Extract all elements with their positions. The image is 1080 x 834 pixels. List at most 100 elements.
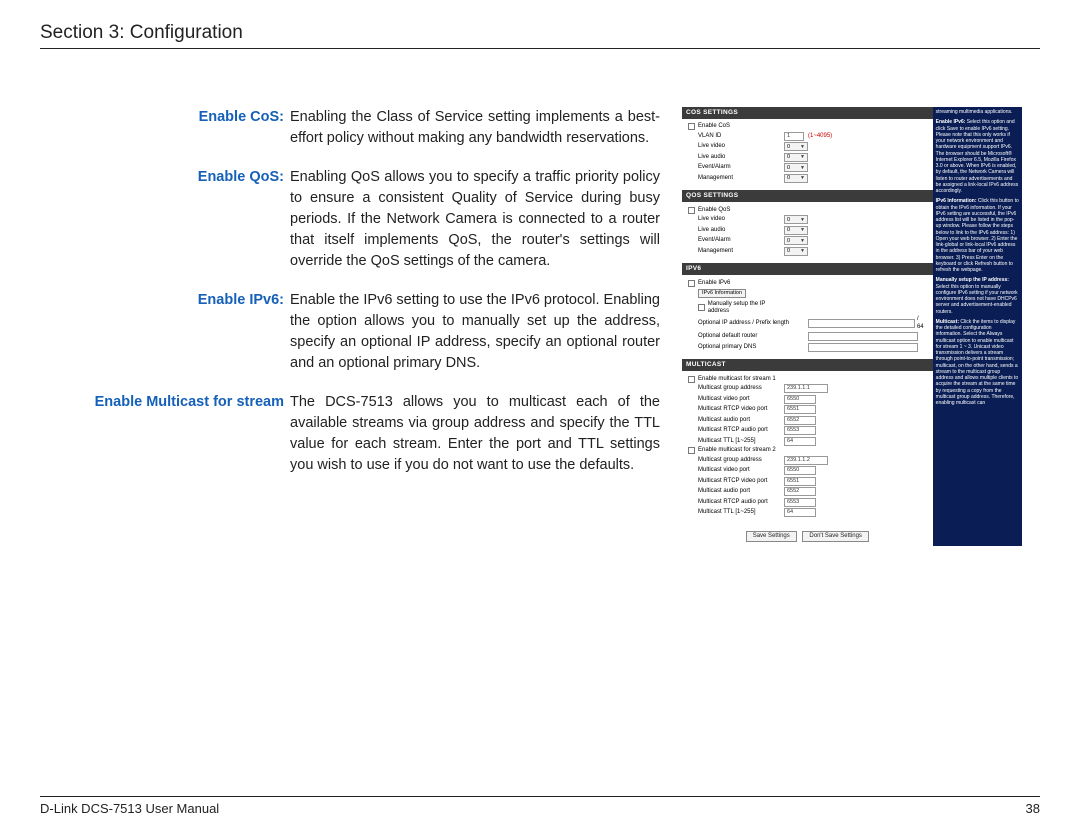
help-text: Manually setup the IP address: Select th… — [936, 277, 1019, 315]
mc2-vp-input[interactable]: 6550 — [784, 466, 816, 475]
mc2-ap-input[interactable]: 6552 — [784, 487, 816, 496]
def-desc: Enable the IPv6 setting to use the IPv6 … — [290, 290, 660, 374]
settings-screenshot: COS SETTINGS Enable CoS VLAN ID1(1~4095)… — [682, 107, 1022, 546]
qos-live-audio-select[interactable]: 0▼ — [784, 226, 808, 235]
chevron-down-icon: ▼ — [800, 154, 805, 160]
help-text: streaming multimedia applications. — [936, 109, 1019, 115]
manual-ip-label: Manually setup the IP address — [708, 301, 784, 315]
enable-cos-checkbox[interactable] — [688, 123, 695, 130]
def-desc: The DCS-7513 allows you to multicast eac… — [290, 392, 660, 476]
mc1-grp-input[interactable]: 239.1.1.1 — [784, 384, 828, 393]
opt-ip-label: Optional IP address / Prefix length — [688, 320, 808, 327]
manual-ip-checkbox[interactable] — [698, 304, 705, 311]
qos-management-select[interactable]: 0▼ — [784, 247, 808, 256]
enable-qos-checkbox[interactable] — [688, 207, 695, 214]
mc2-ttl-input[interactable]: 64 — [784, 508, 816, 517]
vlan-id-label: VLAN ID — [688, 133, 784, 140]
cos-management-select[interactable]: 0▼ — [784, 174, 808, 183]
opt-router-input[interactable] — [808, 332, 918, 341]
ipv6-information-button[interactable]: IPv6 Information — [698, 289, 746, 298]
ipv6-body: Enable IPv6 IPv6 Information Manually se… — [682, 275, 933, 359]
def-term: Enable CoS: — [40, 107, 290, 149]
page-footer: D-Link DCS-7513 User Manual 38 — [40, 796, 1040, 816]
chevron-down-icon: ▼ — [800, 175, 805, 181]
enable-ipv6-checkbox[interactable] — [688, 280, 695, 287]
qos-event-alarm-select[interactable]: 0▼ — [784, 236, 808, 245]
def-desc: Enabling QoS allows you to specify a tra… — [290, 167, 660, 272]
mc2-ap-label: Multicast audio port — [688, 488, 784, 495]
help-text: Multicast: Click the items to display th… — [936, 319, 1019, 407]
multicast-header: MULTICAST — [682, 359, 933, 371]
def-desc: Enabling the Class of Service setting im… — [290, 107, 660, 149]
def-term: Enable Multicast for stream — [40, 392, 290, 476]
mc1-vp-label: Multicast video port — [688, 396, 784, 403]
chevron-down-icon: ▼ — [800, 227, 805, 233]
ipv6-header: IPV6 — [682, 263, 933, 275]
cos-live-video-select[interactable]: 0▼ — [784, 142, 808, 151]
mc1-rap-label: Multicast RTCP audio port — [688, 427, 784, 434]
enable-cos-label: Enable CoS — [698, 123, 730, 130]
opt-ip-input[interactable] — [808, 319, 915, 328]
mc2-rap-label: Multicast RTCP audio port — [688, 499, 784, 506]
enable-mc1-label: Enable multicast for stream 1 — [698, 376, 776, 383]
def-term: Enable QoS: — [40, 167, 290, 272]
footer-title: D-Link DCS-7513 User Manual — [40, 801, 219, 816]
opt-router-label: Optional default router — [688, 333, 808, 340]
mc1-ttl-input[interactable]: 64 — [784, 437, 816, 446]
cos-live-audio-select[interactable]: 0▼ — [784, 153, 808, 162]
page-header: Section 3: Configuration — [40, 22, 1040, 49]
mc1-rap-input[interactable]: 6553 — [784, 426, 816, 435]
chevron-down-icon: ▼ — [800, 165, 805, 171]
enable-mc2-checkbox[interactable] — [688, 447, 695, 454]
mc2-rvp-input[interactable]: 6551 — [784, 477, 816, 486]
cos-event-alarm-select[interactable]: 0▼ — [784, 163, 808, 172]
vlan-id-input[interactable]: 1 — [784, 132, 804, 141]
mc1-vp-input[interactable]: 6550 — [784, 395, 816, 404]
mc2-vp-label: Multicast video port — [688, 467, 784, 474]
mc1-rvp-label: Multicast RTCP video port — [688, 406, 784, 413]
opt-dns-input[interactable] — [808, 343, 918, 352]
mc2-grp-label: Multicast group address — [688, 457, 784, 464]
mc2-rap-input[interactable]: 6553 — [784, 498, 816, 507]
mc1-grp-label: Multicast group address — [688, 385, 784, 392]
mc2-ttl-label: Multicast TTL [1~255] — [688, 509, 784, 516]
mc2-grp-input[interactable]: 239.1.1.2 — [784, 456, 828, 465]
def-enable-cos: Enable CoS: Enabling the Class of Servic… — [40, 107, 660, 149]
cos-body: Enable CoS VLAN ID1(1~4095) Live video0▼… — [682, 119, 933, 191]
help-text: IPv6 Information: Click this button to o… — [936, 198, 1019, 273]
cos-header: COS SETTINGS — [682, 107, 933, 119]
qos-live-audio-label: Live audio — [688, 227, 784, 234]
cos-live-audio-label: Live audio — [688, 154, 784, 161]
def-enable-qos: Enable QoS: Enabling QoS allows you to s… — [40, 167, 660, 272]
help-sidebar: streaming multimedia applications. Enabl… — [933, 107, 1022, 546]
cos-event-alarm-label: Event/Alarm — [688, 164, 784, 171]
content-row: Enable CoS: Enabling the Class of Servic… — [40, 107, 1040, 546]
multicast-body: Enable multicast for stream 1 Multicast … — [682, 371, 933, 525]
qos-header: QOS SETTINGS — [682, 190, 933, 202]
enable-mc1-checkbox[interactable] — [688, 376, 695, 383]
def-term: Enable IPv6: — [40, 290, 290, 374]
mc1-ap-input[interactable]: 6552 — [784, 416, 816, 425]
qos-event-alarm-label: Event/Alarm — [688, 237, 784, 244]
button-row: Save Settings Don't Save Settings — [682, 525, 933, 546]
def-enable-ipv6: Enable IPv6: Enable the IPv6 setting to … — [40, 290, 660, 374]
cos-live-video-label: Live video — [688, 143, 784, 150]
qos-management-label: Management — [688, 248, 784, 255]
dont-save-settings-button[interactable]: Don't Save Settings — [802, 531, 869, 542]
def-enable-multicast: Enable Multicast for stream The DCS-7513… — [40, 392, 660, 476]
section-title: Section 3: Configuration — [40, 22, 243, 43]
mc1-ttl-label: Multicast TTL [1~255] — [688, 438, 784, 445]
chevron-down-icon: ▼ — [800, 238, 805, 244]
settings-form: COS SETTINGS Enable CoS VLAN ID1(1~4095)… — [682, 107, 933, 546]
save-settings-button[interactable]: Save Settings — [746, 531, 797, 542]
help-text: Enable IPv6: Select this option and clic… — [936, 119, 1019, 194]
definition-list: Enable CoS: Enabling the Class of Servic… — [40, 107, 660, 546]
qos-live-video-label: Live video — [688, 216, 784, 223]
cos-management-label: Management — [688, 175, 784, 182]
footer-page-number: 38 — [1026, 801, 1040, 816]
chevron-down-icon: ▼ — [800, 144, 805, 150]
chevron-down-icon: ▼ — [800, 248, 805, 254]
mc1-rvp-input[interactable]: 6551 — [784, 405, 816, 414]
enable-qos-label: Enable QoS — [698, 207, 730, 214]
qos-live-video-select[interactable]: 0▼ — [784, 215, 808, 224]
